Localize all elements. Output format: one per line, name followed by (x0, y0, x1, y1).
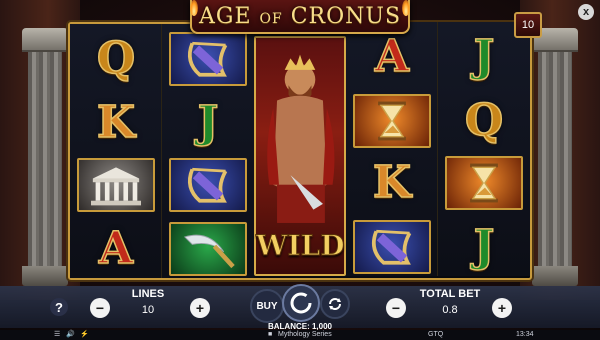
menu-icon[interactable]: ☰ (54, 330, 60, 340)
lines-label: LINES (131, 288, 165, 300)
symbol-k: K (372, 157, 412, 208)
symbol-a: A (98, 223, 134, 274)
harp-icon (169, 158, 247, 212)
symbol-j: J (473, 31, 495, 82)
buy-feature-button[interactable]: BUY (250, 289, 284, 323)
autoplay-icon (329, 298, 341, 310)
currency-label: GTQ (428, 331, 444, 338)
clock-label: 13:34 (516, 331, 534, 338)
symbol-j: J (473, 221, 495, 272)
provider-logo-icon: ■ (268, 331, 273, 338)
symbol-hourglass (442, 154, 526, 212)
hourglass-icon (353, 94, 431, 148)
symbol-harp (166, 156, 250, 214)
reel-1: Q K A (70, 24, 162, 278)
lines-indicator-badge: 10 (514, 12, 542, 38)
temple-icon (77, 158, 155, 212)
game-title-plate: AGE OF CRONUS (190, 0, 410, 34)
lines-decrease-button[interactable]: − (90, 298, 110, 318)
total-bet-value: 0.8 (442, 304, 458, 316)
help-button[interactable]: ? (50, 298, 68, 316)
symbol-hourglass (350, 92, 434, 150)
symbol-harp (350, 218, 434, 276)
left-pillar (22, 28, 68, 286)
reel-frame-right: A K J Q J (346, 22, 532, 280)
symbol-q: Q (96, 33, 136, 84)
symbol-k: K (96, 97, 136, 148)
game-stage: Q K A J WILD A K J Q J AGE OF CRONUS 10 … (0, 0, 600, 340)
flame-icon (402, 0, 410, 16)
right-pillar (532, 28, 578, 286)
wild-reel: WILD (254, 36, 346, 276)
spin-icon (290, 292, 312, 314)
bottom-bar: ☰ 🔊 ⚡ ■ Mythology Series GTQ 13:34 (0, 330, 600, 340)
wild-label: WILD (256, 229, 346, 263)
harp-icon (353, 220, 431, 274)
sound-icon[interactable]: 🔊 (66, 330, 75, 340)
total-bet-label: TOTAL BET (419, 288, 481, 300)
hourglass-icon (445, 156, 523, 210)
symbol-sickle (166, 220, 250, 278)
reel-4: A K (346, 22, 438, 276)
turbo-icon[interactable]: ⚡ (80, 330, 89, 340)
bet-decrease-button[interactable]: − (386, 298, 406, 318)
spin-button[interactable] (282, 284, 320, 322)
close-icon[interactable]: x (578, 4, 594, 20)
lines-increase-button[interactable]: + (190, 298, 210, 318)
symbol-a: A (374, 31, 410, 82)
sickle-icon (169, 222, 247, 276)
flame-icon (190, 0, 198, 16)
reel-2: J (162, 24, 254, 278)
autoplay-button[interactable] (320, 289, 350, 319)
series-label: Mythology Series (278, 331, 332, 338)
symbol-q: Q (464, 95, 504, 146)
reel-5: J Q J (438, 22, 530, 276)
symbol-temple (74, 156, 158, 214)
bet-increase-button[interactable]: + (492, 298, 512, 318)
symbol-j: J (197, 97, 219, 148)
game-title: AGE OF CRONUS (198, 4, 402, 29)
harp-icon (169, 32, 247, 86)
symbol-harp (166, 30, 250, 88)
lines-value: 10 (141, 304, 155, 316)
